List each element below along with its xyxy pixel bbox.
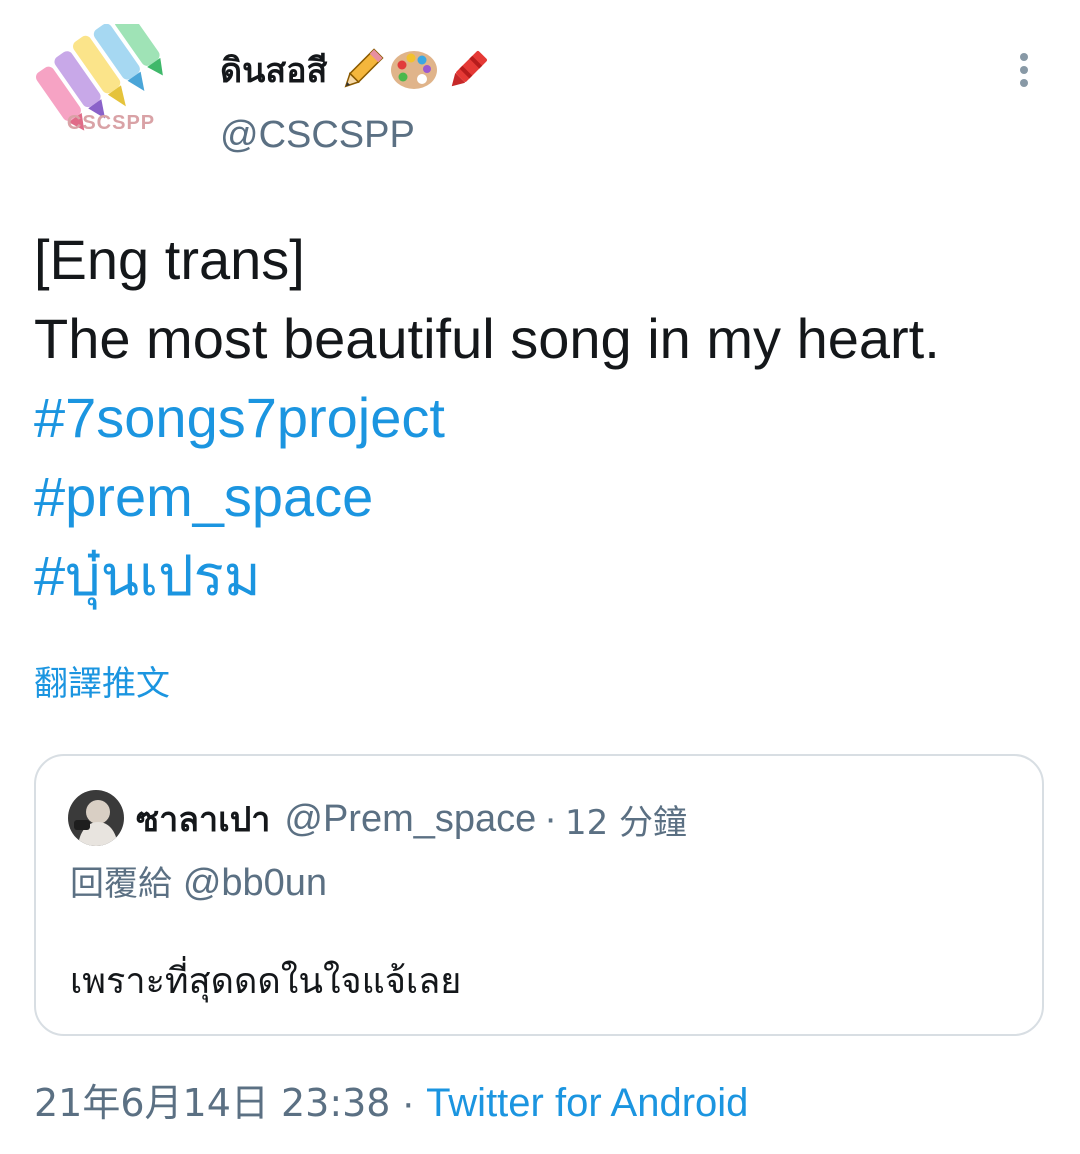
hashtag-link[interactable]: #7songs7project xyxy=(34,378,1054,457)
tweet-meta: 21年6月14日 23:38 · Twitter for Android xyxy=(34,1072,748,1127)
hashtag-link[interactable]: #บุ๋นเปรม xyxy=(34,536,1054,615)
quoted-author-avatar[interactable] xyxy=(68,790,124,846)
author-display-name[interactable]: ดินสอสี xyxy=(220,43,327,97)
quoted-author-username[interactable]: @Prem_space xyxy=(284,798,536,841)
quoted-tweet-time[interactable]: 12 分鐘 xyxy=(565,795,687,844)
author-name-row[interactable]: ดินสอสี xyxy=(220,42,493,98)
crayon-icon xyxy=(451,51,488,87)
quoted-avatar-image xyxy=(68,790,124,846)
tweet-timestamp[interactable]: 21年6月14日 23:38 xyxy=(34,1081,390,1125)
quoted-tweet-header: ซาลาเปา @Prem_space · 12 分鐘 xyxy=(136,792,687,846)
separator-dot: · xyxy=(401,1081,415,1125)
hashtag-link[interactable]: #prem_space xyxy=(34,457,1054,536)
more-vertical-icon xyxy=(1020,53,1028,87)
tweet-line: [Eng trans] xyxy=(34,228,305,291)
artist-palette-icon xyxy=(391,51,438,89)
avatar-caption: CSCSPP xyxy=(66,112,156,134)
tweet-line: The most beautiful song in my heart. xyxy=(34,307,940,370)
separator-dot: · xyxy=(544,797,557,840)
author-username[interactable]: @CSCSPP xyxy=(220,114,415,157)
quoted-tweet-text: เพราะที่สุดดดในใจแจ้เลย xyxy=(70,961,462,1002)
more-options-button[interactable] xyxy=(1004,50,1044,90)
quoted-author-name[interactable]: ซาลาเปา xyxy=(136,792,270,846)
reply-label: 回覆給 xyxy=(70,864,172,904)
tweet-source-link[interactable]: Twitter for Android xyxy=(426,1081,748,1125)
name-emojis xyxy=(339,45,493,95)
quoted-reply-context: 回覆給 @bb0un xyxy=(70,856,327,905)
tweet-text: [Eng trans] The most beautiful song in m… xyxy=(34,220,1054,615)
author-avatar[interactable]: CSCSPP xyxy=(34,11,184,154)
reply-handle: @bb0un xyxy=(182,862,328,904)
pencil-icon xyxy=(344,48,384,88)
quoted-tweet-card[interactable]: ซาลาเปา @Prem_space · 12 分鐘 回覆給 @bb0un เ… xyxy=(34,754,1044,1036)
translate-tweet-link[interactable]: 翻譯推文 xyxy=(34,656,170,705)
